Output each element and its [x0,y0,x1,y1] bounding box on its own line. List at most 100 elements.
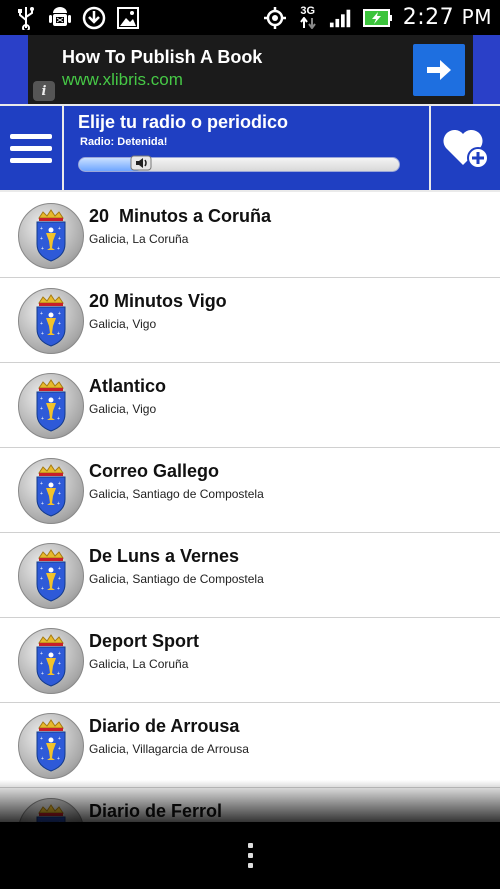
page-title: Elije tu radio o periodico [78,112,289,132]
svg-text:+: + [57,416,60,422]
add-favorite-button[interactable] [431,106,500,190]
ad-open-button[interactable] [413,43,465,96]
station-location: Galicia, Villagarcia de Arrousa [89,742,249,756]
svg-text:+: + [40,226,43,232]
overflow-dot [247,843,253,848]
svg-text:+: + [40,321,43,327]
clock-time: 2:27 [402,5,455,30]
galicia-coat-of-arms-icon: + + + + + + [18,628,84,694]
svg-text:+: + [41,416,44,422]
image-icon [116,6,140,30]
usb-icon [14,6,38,30]
3g-data-icon: 3G [297,6,319,30]
radio-status: Radio: Detenida! [80,136,168,148]
svg-text:+: + [40,406,43,412]
android-debug-icon [48,6,72,30]
svg-text:+: + [41,586,44,592]
hamburger-icon-bar [10,145,52,151]
svg-text:+: + [57,501,60,507]
clock: 2:27 PM [403,5,492,30]
station-title: Diario de Arrousa [89,716,240,736]
galicia-coat-of-arms-icon: + + + + + + [18,458,84,524]
clock-suffix: PM [461,5,492,29]
list-item[interactable]: + + + + + + De Luns a Vernes Galicia, Santiago … [0,533,500,618]
svg-text:+: + [40,396,43,402]
hamburger-icon-bar [10,157,52,163]
svg-text:+: + [58,576,61,582]
overflow-menu-icon[interactable] [247,843,253,868]
station-location: Galicia, La Coruña [89,657,189,671]
volume-handle[interactable] [130,152,154,174]
galicia-coat-of-arms-icon: + + + + + + [18,373,84,439]
list-item[interactable]: + + + + + +20 Minutos Vigo Galicia, Vigo [0,278,500,363]
svg-text:+: + [40,576,43,582]
player-panel: Elije tu radio o periodico Radio: Deteni… [64,106,429,190]
heart-plus-icon [442,129,489,169]
station-location: Galicia, Vigo [89,402,157,416]
svg-text:+: + [58,661,61,667]
list-item[interactable]: + + + + + +20 Minutos a Coruña Galicia, La Cor… [0,193,500,278]
overflow-dot [247,863,253,868]
svg-text:+: + [41,246,44,252]
svg-text:+: + [58,236,61,242]
svg-text:+: + [40,661,43,667]
svg-text:+: + [58,396,61,402]
svg-text:+: + [58,746,61,752]
galicia-coat-of-arms-icon: + + + + + + [18,713,84,779]
svg-text:+: + [58,311,61,317]
ad-banner[interactable]: How To Publish A Book www.xlibris.com i [28,35,473,104]
station-location: Galicia, Santiago de Compostela [89,572,264,586]
battery-charging-icon [362,6,393,30]
ad-container: How To Publish A Book www.xlibris.com i [0,35,500,104]
signal-icon [329,6,353,30]
station-location: Galicia, Vigo [89,317,157,331]
navigation-bar [0,822,500,889]
station-location: Galicia, La Coruña [89,232,189,246]
svg-text:+: + [40,746,43,752]
svg-text:+: + [58,651,61,657]
svg-text:+: + [40,651,43,657]
svg-text:+: + [40,736,43,742]
station-title: 20 Minutos Vigo [89,291,227,311]
menu-button[interactable] [0,106,62,190]
svg-text:+: + [57,586,60,592]
svg-text:+: + [40,236,43,242]
arrow-right-icon [427,59,451,80]
station-location: Galicia, Santiago de Compostela [89,487,264,501]
svg-text:+: + [41,331,44,337]
svg-text:+: + [58,736,61,742]
station-title: Atlantico [89,376,167,396]
volume-slider[interactable] [78,157,400,172]
ad-info-icon[interactable]: i [33,81,55,101]
ad-title: How To Publish A Book [62,47,263,67]
svg-text:+: + [40,566,43,572]
station-title: Correo Gallego [89,461,220,481]
svg-text:+: + [41,671,44,677]
svg-text:+: + [40,491,43,497]
svg-text:+: + [57,671,60,677]
svg-text:+: + [40,481,43,487]
station-title: 20 Minutos a Coruña [89,206,272,226]
svg-text:+: + [58,491,61,497]
svg-text:+: + [57,246,60,252]
galicia-coat-of-arms-icon: + + + + + + [18,288,84,354]
gps-icon [263,6,287,30]
svg-text:+: + [58,566,61,572]
list-item[interactable]: + + + + + + Deport Sport Galicia, La Coruña [0,618,500,703]
list-item[interactable]: + + + + + + Diario de Arrousa Galicia, Villagar… [0,703,500,788]
app-header: Elije tu radio o periodico Radio: Deteni… [0,104,500,192]
list-item[interactable]: + + + + + + Correo Gallego Galicia, Santiago de… [0,448,500,533]
status-bar: 3G 2:27 PM [0,0,500,35]
station-title: De Luns a Vernes [89,546,240,566]
svg-text:+: + [41,756,44,762]
hamburger-icon-bar [10,133,52,139]
scroll-fade [0,780,500,825]
download-icon [82,6,106,30]
svg-text:+: + [57,331,60,337]
svg-text:+: + [40,311,43,317]
speaker-icon [130,155,152,171]
station-title: Deport Sport [89,631,199,651]
svg-text:+: + [57,756,60,762]
list-item[interactable]: + + + + + + Atlantico Galicia, Vigo [0,363,500,448]
svg-text:+: + [58,481,61,487]
